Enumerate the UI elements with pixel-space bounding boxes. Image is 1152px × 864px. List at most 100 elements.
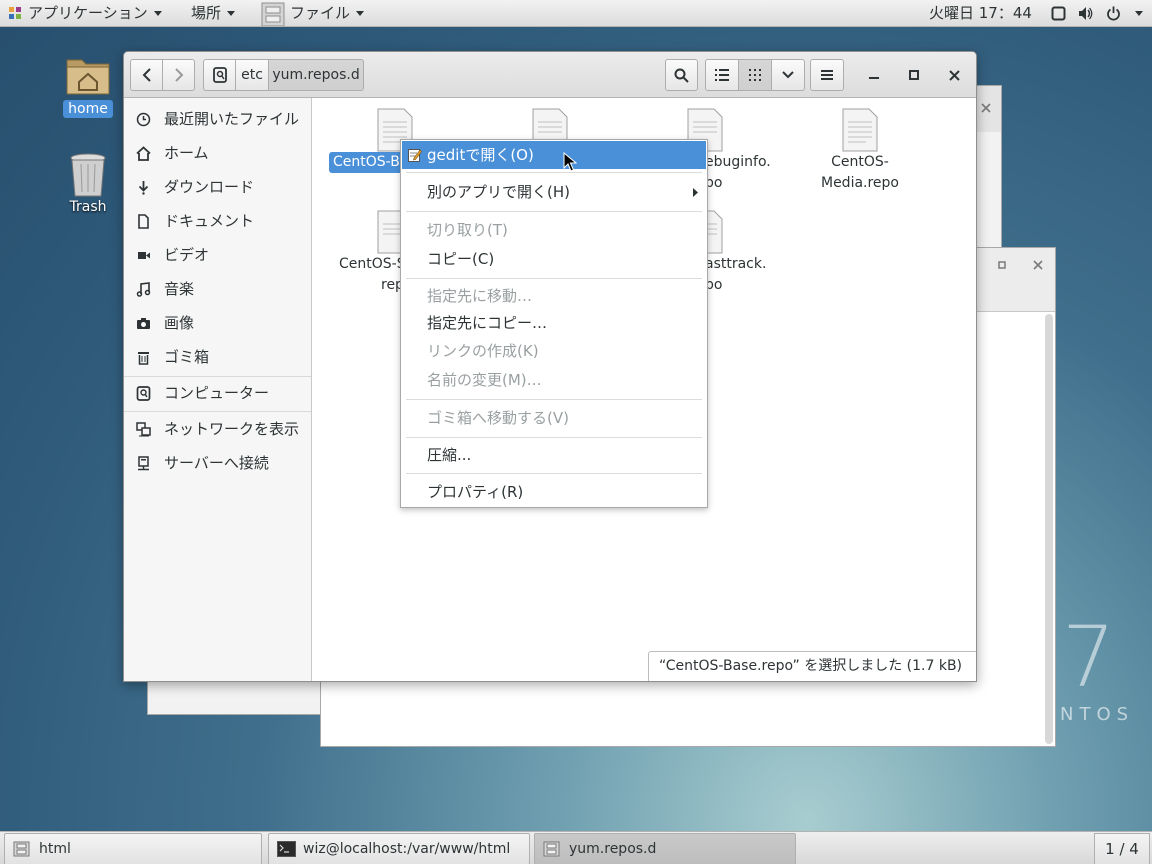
menu-item-label: ゴミ箱へ移動する(V)	[427, 409, 569, 427]
app-menu-label: ファイル	[290, 4, 351, 22]
download-icon	[138, 181, 149, 195]
taskbar-item-label: yum.repos.d	[569, 841, 657, 857]
sidebar-item-home[interactable]: ホーム	[124, 139, 311, 167]
menu-item-open-gedit[interactable]: geditで開く(O)	[402, 141, 706, 169]
applications-menu[interactable]: アプリケーション	[8, 0, 162, 27]
menu-separator	[406, 399, 702, 400]
mouse-cursor-icon	[563, 152, 577, 172]
places-menu[interactable]: 場所	[191, 0, 236, 27]
file-name: CentOS-B	[329, 152, 404, 173]
sidebar-item-documents[interactable]: ドキュメント	[124, 207, 311, 235]
sidebar: 最近開いたファイル ホーム ダウンロード ドキュメント ビデオ 音楽 画像 ゴミ…	[124, 98, 312, 681]
menu-item-copy-to[interactable]: 指定先にコピー…	[402, 309, 706, 337]
workspace-switcher[interactable]: 1 / 4	[1094, 833, 1150, 864]
sidebar-separator	[124, 411, 311, 412]
sidebar-item-network[interactable]: ネットワークを表示	[124, 415, 311, 443]
sidebar-item-downloads[interactable]: ダウンロード	[124, 173, 311, 201]
taskbar-item-terminal[interactable]: wiz@localhost:/var/www/html	[268, 833, 530, 864]
menu-item-move-to-trash[interactable]: ゴミ箱へ移動する(V)	[402, 404, 706, 432]
search-button[interactable]	[665, 59, 698, 91]
sidebar-item-pictures[interactable]: 画像	[124, 309, 311, 337]
video-icon	[138, 252, 150, 259]
sidebar-item-label: コンピューター	[164, 384, 270, 402]
chevron-left-icon	[142, 68, 151, 82]
menu-item-open-with[interactable]: 別のアプリで開く(H)	[402, 178, 706, 206]
menu-button[interactable]	[810, 59, 844, 91]
sidebar-item-computer[interactable]: コンピューター	[124, 379, 311, 407]
path-segment-label: etc	[241, 67, 263, 83]
sidebar-item-label: ビデオ	[164, 246, 210, 264]
forward-button[interactable]	[162, 59, 195, 91]
file-name: CentOS-Media.repo	[820, 154, 899, 191]
taskbar-item-label: html	[39, 841, 71, 857]
close-button[interactable]	[943, 64, 965, 86]
file-name-line2: rep	[381, 277, 404, 293]
list-view-button[interactable]	[705, 59, 739, 91]
menu-item-label: プロパティ(R)	[427, 483, 524, 501]
maximize-button[interactable]	[903, 64, 925, 86]
sidebar-item-label: 最近開いたファイル	[164, 110, 300, 128]
taskbar-item-yum-repos[interactable]: yum.repos.d	[534, 833, 796, 864]
desktop-home[interactable]: home	[60, 52, 116, 118]
scrollbar[interactable]	[1045, 314, 1053, 744]
clock[interactable]: 火曜日 17：44	[929, 0, 1032, 27]
chevron-down-icon	[782, 71, 794, 79]
server-icon	[138, 456, 149, 471]
search-icon	[674, 68, 689, 83]
menu-item-label: geditで開く(O)	[427, 146, 534, 164]
trash-label: Trash	[69, 199, 107, 215]
computer-icon	[136, 386, 151, 401]
places-label: 場所	[191, 4, 222, 22]
file-item[interactable]: CentOS-Media.repo	[790, 108, 930, 194]
file-name: asttrack.	[705, 256, 767, 272]
sidebar-item-connect-server[interactable]: サーバーへ接続	[124, 449, 311, 477]
close-icon[interactable]	[1033, 260, 1043, 270]
top-panel: アプリケーション 場所 ファイル 火曜日 17：44	[0, 0, 1152, 27]
menu-item-compress[interactable]: 圧縮...	[402, 441, 706, 469]
menu-item-label: リンクの作成(K)	[427, 342, 539, 360]
menu-item-label: 名前の変更(M)…	[427, 371, 542, 389]
header-bar: etc yum.repos.d	[124, 52, 976, 98]
sidebar-item-label: 画像	[164, 314, 195, 332]
minimize-button[interactable]	[863, 64, 885, 86]
app-menu[interactable]: ファイル	[260, 0, 365, 27]
menu-item-copy[interactable]: コピー(C)	[402, 245, 706, 273]
menu-item-move-to[interactable]: 指定先に移動…	[402, 282, 706, 310]
terminal-icon	[277, 841, 296, 857]
power-icon[interactable]	[1106, 6, 1121, 21]
menu-item-label: 指定先にコピー…	[427, 314, 548, 332]
close-icon[interactable]	[981, 103, 991, 113]
menu-separator	[406, 473, 702, 474]
home-folder-icon	[66, 59, 110, 95]
sidebar-item-label: サーバーへ接続	[164, 454, 269, 472]
grid-icon	[749, 69, 761, 81]
path-etc-button[interactable]: etc	[235, 59, 269, 91]
path-current-button[interactable]: yum.repos.d	[268, 59, 364, 91]
sidebar-item-recent[interactable]: 最近開いたファイル	[124, 105, 311, 133]
view-options-button[interactable]	[771, 59, 805, 91]
sidebar-item-trash[interactable]: ゴミ箱	[124, 343, 311, 371]
gedit-icon	[408, 149, 422, 162]
sidebar-item-music[interactable]: 音楽	[124, 275, 311, 303]
menu-separator	[406, 278, 702, 279]
home-icon	[136, 146, 151, 161]
maximize-icon[interactable]	[998, 261, 1006, 269]
chevron-down-icon[interactable]	[1135, 11, 1143, 16]
menu-item-label: 圧縮...	[427, 446, 472, 464]
screen-icon[interactable]	[1051, 6, 1066, 21]
desktop-trash[interactable]: Trash	[60, 152, 116, 216]
menu-item-cut[interactable]: 切り取り(T)	[402, 216, 706, 244]
submenu-arrow-icon	[693, 188, 698, 197]
document-icon	[138, 214, 149, 229]
grid-view-button[interactable]	[738, 59, 772, 91]
back-button[interactable]	[130, 59, 163, 91]
menu-item-properties[interactable]: プロパティ(R)	[402, 478, 706, 506]
taskbar-item-html[interactable]: html	[4, 833, 262, 864]
path-root-button[interactable]	[203, 59, 236, 91]
sidebar-item-videos[interactable]: ビデオ	[124, 241, 311, 269]
menu-item-rename[interactable]: 名前の変更(M)…	[402, 366, 706, 394]
file-cabinet-icon	[13, 841, 30, 857]
volume-icon[interactable]	[1078, 6, 1093, 21]
menu-item-make-link[interactable]: リンクの作成(K)	[402, 337, 706, 365]
applications-icon	[9, 7, 21, 19]
